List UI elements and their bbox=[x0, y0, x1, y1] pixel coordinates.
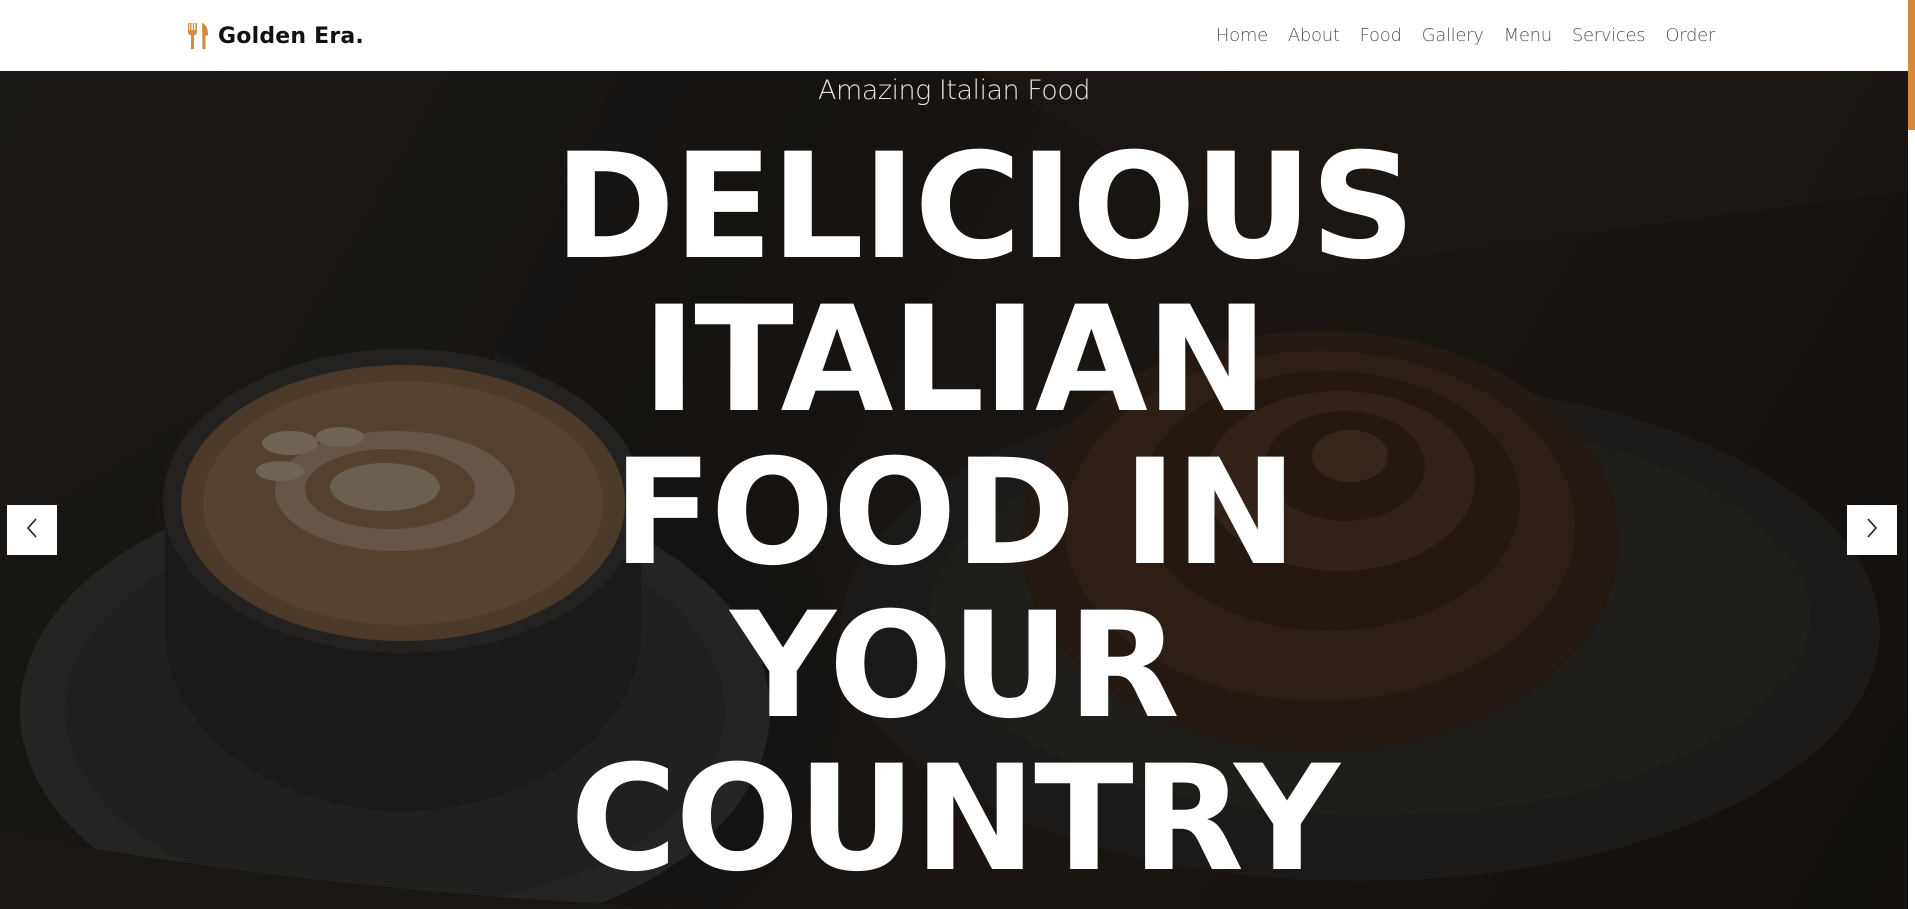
chevron-right-icon bbox=[1864, 517, 1880, 543]
nav-services[interactable]: Services bbox=[1572, 25, 1646, 46]
cutlery-icon bbox=[186, 22, 210, 50]
nav-order[interactable]: Order bbox=[1665, 25, 1715, 46]
page-scrollbar[interactable] bbox=[1908, 0, 1915, 909]
carousel-next-button[interactable] bbox=[1847, 505, 1897, 555]
brand-link[interactable]: Golden Era. bbox=[186, 18, 364, 54]
hero-headline: DELICIOUS ITALIAN FOOD IN YOUR COUNTRY bbox=[554, 122, 1416, 904]
chevron-left-icon bbox=[24, 517, 40, 543]
hero-slider: Amazing Italian Food DELICIOUS ITALIAN F… bbox=[0, 71, 1908, 909]
brand-name: Golden Era. bbox=[218, 23, 364, 49]
nav-about[interactable]: About bbox=[1288, 25, 1340, 46]
navbar: Golden Era. Home About Food Gallery Menu… bbox=[0, 0, 1908, 71]
page: Golden Era. Home About Food Gallery Menu… bbox=[0, 0, 1915, 909]
scrollbar-thumb[interactable] bbox=[1908, 0, 1915, 130]
nav-menu: Home About Food Gallery Menu Services Or… bbox=[1216, 0, 1715, 71]
nav-gallery[interactable]: Gallery bbox=[1422, 25, 1484, 46]
nav-home[interactable]: Home bbox=[1216, 25, 1268, 46]
carousel-prev-button[interactable] bbox=[7, 505, 57, 555]
nav-menu-link[interactable]: Menu bbox=[1504, 25, 1553, 46]
hero-subtitle: Amazing Italian Food bbox=[818, 75, 1090, 106]
nav-food[interactable]: Food bbox=[1360, 25, 1402, 46]
